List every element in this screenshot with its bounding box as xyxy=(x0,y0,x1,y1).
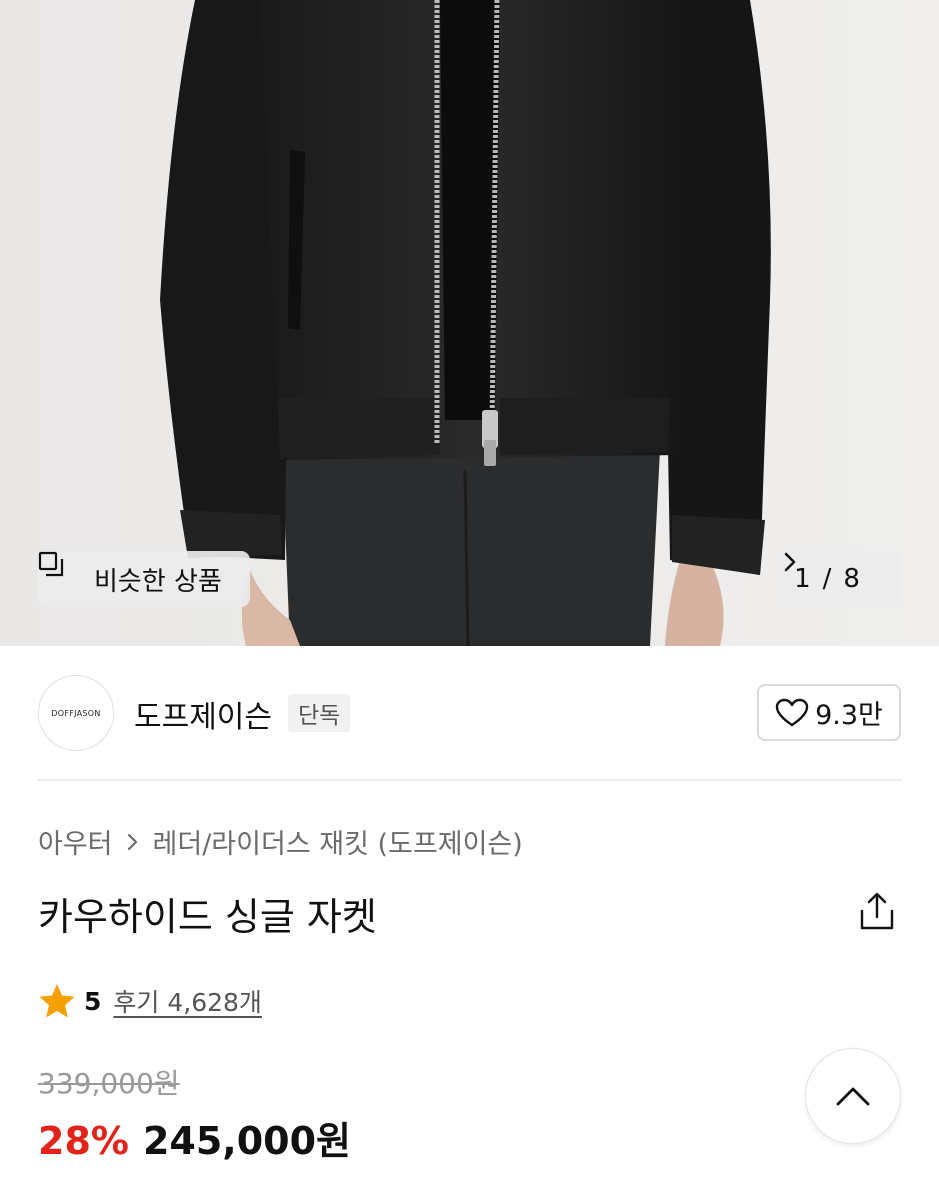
like-count: 9.3만 xyxy=(815,700,883,731)
share-icon[interactable] xyxy=(856,891,898,933)
page-total: 8 xyxy=(843,564,860,594)
similar-products-button[interactable]: 비슷한 상품 xyxy=(38,551,250,607)
heart-icon xyxy=(775,698,809,728)
breadcrumb-subcategory[interactable]: 레더/라이더스 재킷 (도프제이슨) xyxy=(153,822,523,861)
brand-name[interactable]: 도프제이슨 xyxy=(134,692,272,736)
brand-logo-text: DOFFJASON xyxy=(51,708,101,718)
breadcrumb: 아우터 레더/라이더스 재킷 (도프제이슨) xyxy=(38,822,523,861)
chevron-right-icon xyxy=(125,831,141,853)
chevron-right-icon[interactable] xyxy=(784,552,888,590)
bottom-spacer xyxy=(0,1180,939,1200)
brand-logo[interactable]: DOFFJASON xyxy=(38,675,114,751)
product-title: 카우하이드 싱글 자켓 xyxy=(38,895,377,939)
star-icon xyxy=(38,982,76,1020)
sale-price: 245,000원 xyxy=(142,1119,352,1163)
discount-rate: 28% xyxy=(38,1119,129,1163)
like-button[interactable]: 9.3만 xyxy=(757,684,901,741)
original-price: 339,000원 xyxy=(38,1067,180,1100)
product-image[interactable]: 비슷한 상품 1 / 8 xyxy=(0,0,939,646)
exclusive-badge: 단독 xyxy=(288,694,351,732)
price-row: 28% 245,000원 xyxy=(38,1110,351,1165)
scroll-to-top-button[interactable] xyxy=(805,1048,901,1144)
image-pager[interactable]: 1 / 8 xyxy=(781,551,901,607)
similar-products-label: 비슷한 상품 xyxy=(94,566,222,597)
copy-icon xyxy=(38,551,84,592)
rating-row: 5 후기 4,628개 xyxy=(38,982,262,1020)
rating-score: 5 xyxy=(84,986,102,1016)
breadcrumb-category[interactable]: 아우터 xyxy=(38,822,113,861)
leather-jacket-photo xyxy=(0,0,939,646)
chevron-up-icon xyxy=(835,1085,871,1107)
divider xyxy=(38,779,901,781)
reviews-link[interactable]: 후기 4,628개 xyxy=(113,983,262,1019)
page-separator: / xyxy=(822,564,832,594)
